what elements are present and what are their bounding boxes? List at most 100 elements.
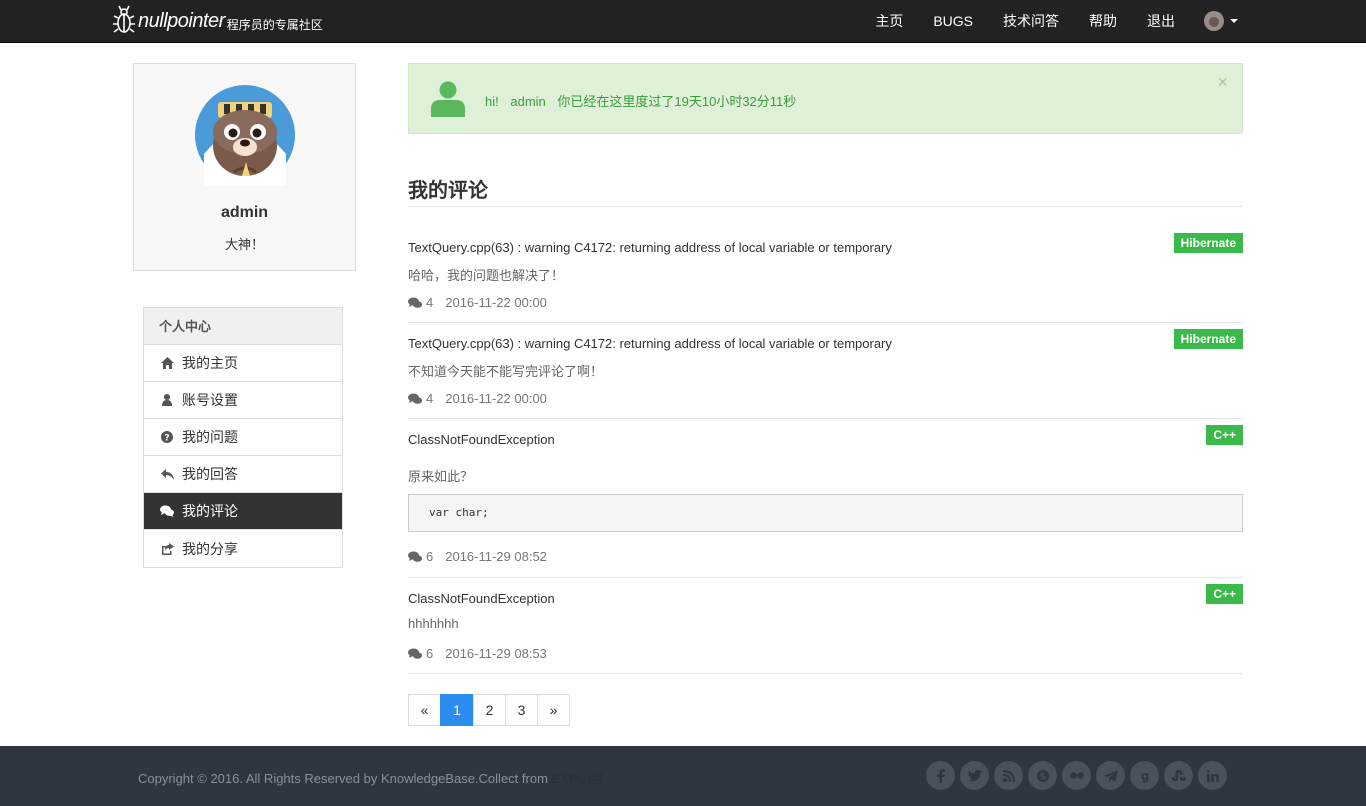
comments-icon <box>408 297 422 308</box>
top-navbar: nullpointer 程序员的专属社区 主页 BUGS 技术问答 帮助 退出 <box>0 0 1366 43</box>
menu-item-my-shares[interactable]: 我的分享 <box>144 530 342 567</box>
facebook-icon[interactable] <box>926 761 955 790</box>
comments-icon <box>159 503 175 519</box>
copyright-text: Copyright © 2016. All Rights Reserved by… <box>138 771 548 786</box>
nav-tech-qa[interactable]: 技术问答 <box>988 0 1074 42</box>
linkedin-icon[interactable] <box>1198 761 1227 790</box>
pagination-page-3[interactable]: 3 <box>505 694 538 726</box>
menu-item-account-settings[interactable]: 账号设置 <box>144 382 342 419</box>
flickr-icon[interactable] <box>1062 761 1091 790</box>
comment-body: 不知道今天能不能写完评论了啊！ <box>408 364 604 379</box>
footer-copyright: Copyright © 2016. All Rights Reserved by… <box>138 768 604 787</box>
avatar <box>1204 11 1224 31</box>
page-title: 我的评论 <box>408 180 488 202</box>
tag-badge[interactable]: C++ <box>1206 584 1243 604</box>
alert-duration: 你已经在这里度过了19天10小时32分11秒 <box>557 94 797 109</box>
share-icon <box>159 541 175 557</box>
profile-card: admin 大神！ <box>133 63 356 271</box>
comment-body: 原来如此？ <box>408 469 474 484</box>
menu-item-label: 我的分享 <box>182 540 238 557</box>
alert-greeting: hi! <box>485 94 499 109</box>
tag-badge[interactable]: C++ <box>1206 425 1243 445</box>
comments-icon <box>408 551 422 562</box>
comment-item: TextQuery.cpp(63) : warning C4172: retur… <box>408 207 1243 323</box>
menu-item-my-comments[interactable]: 我的评论 <box>144 493 342 530</box>
nav-bugs[interactable]: BUGS <box>918 0 988 42</box>
user-dropdown[interactable] <box>1190 0 1366 42</box>
pagination-prev[interactable]: « <box>408 694 441 726</box>
comment-item: ClassNotFoundException C++ hhhhhhh 6 201… <box>408 578 1243 674</box>
skype-icon[interactable]: S <box>1028 761 1057 790</box>
user-icon <box>159 392 175 408</box>
pagination-next[interactable]: » <box>537 694 570 726</box>
pagination-page-2[interactable]: 2 <box>473 694 506 726</box>
question-icon: ? <box>159 429 175 445</box>
tag-badge[interactable]: Hibernate <box>1173 233 1243 253</box>
caret-down-icon <box>1230 19 1238 23</box>
comment-item: ClassNotFoundException C++ 原来如此？ var cha… <box>408 419 1243 578</box>
user-icon <box>431 81 465 117</box>
twitter-icon[interactable] <box>960 761 989 790</box>
profile-motto: 大神！ <box>224 237 264 252</box>
menu-item-label: 账号设置 <box>182 392 238 408</box>
code-block: var char; <box>408 494 1243 532</box>
alert-message: hi! admin 你已经在这里度过了19天10小时32分11秒 <box>485 91 804 110</box>
nav-home[interactable]: 主页 <box>860 0 918 42</box>
comment-date: 2016-11-22 00:00 <box>445 391 547 406</box>
comment-question-title[interactable]: TextQuery.cpp(63) : warning C4172: retur… <box>408 240 892 255</box>
comment-date: 2016-11-29 08:52 <box>445 549 547 564</box>
reply-icon <box>159 466 175 482</box>
footer: Copyright © 2016. All Rights Reserved by… <box>0 746 1366 806</box>
home-icon <box>159 355 175 371</box>
comment-meta: 4 2016-11-22 00:00 <box>408 391 547 406</box>
paper-plane-icon[interactable] <box>1096 761 1125 790</box>
rss-icon[interactable] <box>994 761 1023 790</box>
comment-date: 2016-11-29 08:53 <box>445 646 547 661</box>
menu-item-my-answers[interactable]: 我的回答 <box>144 456 342 493</box>
pagination-page-1[interactable]: 1 <box>440 694 474 726</box>
comment-question-title[interactable]: ClassNotFoundException <box>408 432 555 447</box>
profile-name: admin <box>220 204 269 221</box>
comment-question-title[interactable]: ClassNotFoundException <box>408 591 555 606</box>
tag-badge[interactable]: Hibernate <box>1173 329 1243 349</box>
footer-org-link[interactable]: EXP小组 <box>552 771 604 786</box>
brand-name: nullpointer <box>138 9 225 32</box>
comment-meta: 6 2016-11-29 08:53 <box>408 646 547 661</box>
comment-count: 4 <box>426 391 434 406</box>
comment-count: 6 <box>426 549 434 564</box>
profile-avatar[interactable] <box>194 84 296 186</box>
nav-logout[interactable]: 退出 <box>1132 0 1190 42</box>
welcome-alert: hi! admin 你已经在这里度过了19天10小时32分11秒 × <box>408 63 1243 134</box>
svg-text:?: ? <box>164 434 169 444</box>
comment-body: 哈哈，我的问题也解决了！ <box>408 268 565 283</box>
main-nav: 主页 BUGS 技术问答 帮助 退出 <box>860 0 1366 42</box>
menu-item-label: 我的评论 <box>182 503 238 519</box>
comment-count: 4 <box>426 295 434 310</box>
comment-meta: 4 2016-11-22 00:00 <box>408 295 547 310</box>
comment-question-title[interactable]: TextQuery.cpp(63) : warning C4172: retur… <box>408 336 892 351</box>
menu-item-my-questions[interactable]: ? 我的问题 <box>144 419 342 456</box>
comments-icon <box>408 648 422 659</box>
menu-header: 个人中心 <box>144 308 342 345</box>
svg-text:g: g <box>1140 769 1149 783</box>
stumbleupon-icon[interactable] <box>1164 761 1193 790</box>
social-links: S g <box>926 761 1232 790</box>
brand-tagline: 程序员的专属社区 <box>226 17 323 32</box>
menu-item-home[interactable]: 我的主页 <box>144 345 342 382</box>
pagination: « 1 2 3 » <box>408 694 570 726</box>
close-icon[interactable]: × <box>1217 72 1228 92</box>
menu-item-label: 我的回答 <box>182 466 238 482</box>
menu-item-label: 我的主页 <box>182 355 238 371</box>
alert-username: admin <box>510 94 546 109</box>
brand-logo[interactable]: nullpointer 程序员的专属社区 <box>112 4 323 38</box>
nav-help[interactable]: 帮助 <box>1074 0 1132 42</box>
comment-count: 6 <box>426 646 434 661</box>
comment-meta: 6 2016-11-29 08:52 <box>408 549 547 564</box>
svg-text:S: S <box>1039 772 1045 782</box>
comments-icon <box>408 393 422 404</box>
comment-body: hhhhhhh <box>408 616 459 631</box>
bug-logo-icon <box>113 5 135 33</box>
google-icon[interactable]: g <box>1130 761 1159 790</box>
menu-item-label: 我的问题 <box>182 429 238 445</box>
comment-item: TextQuery.cpp(63) : warning C4172: retur… <box>408 323 1243 419</box>
